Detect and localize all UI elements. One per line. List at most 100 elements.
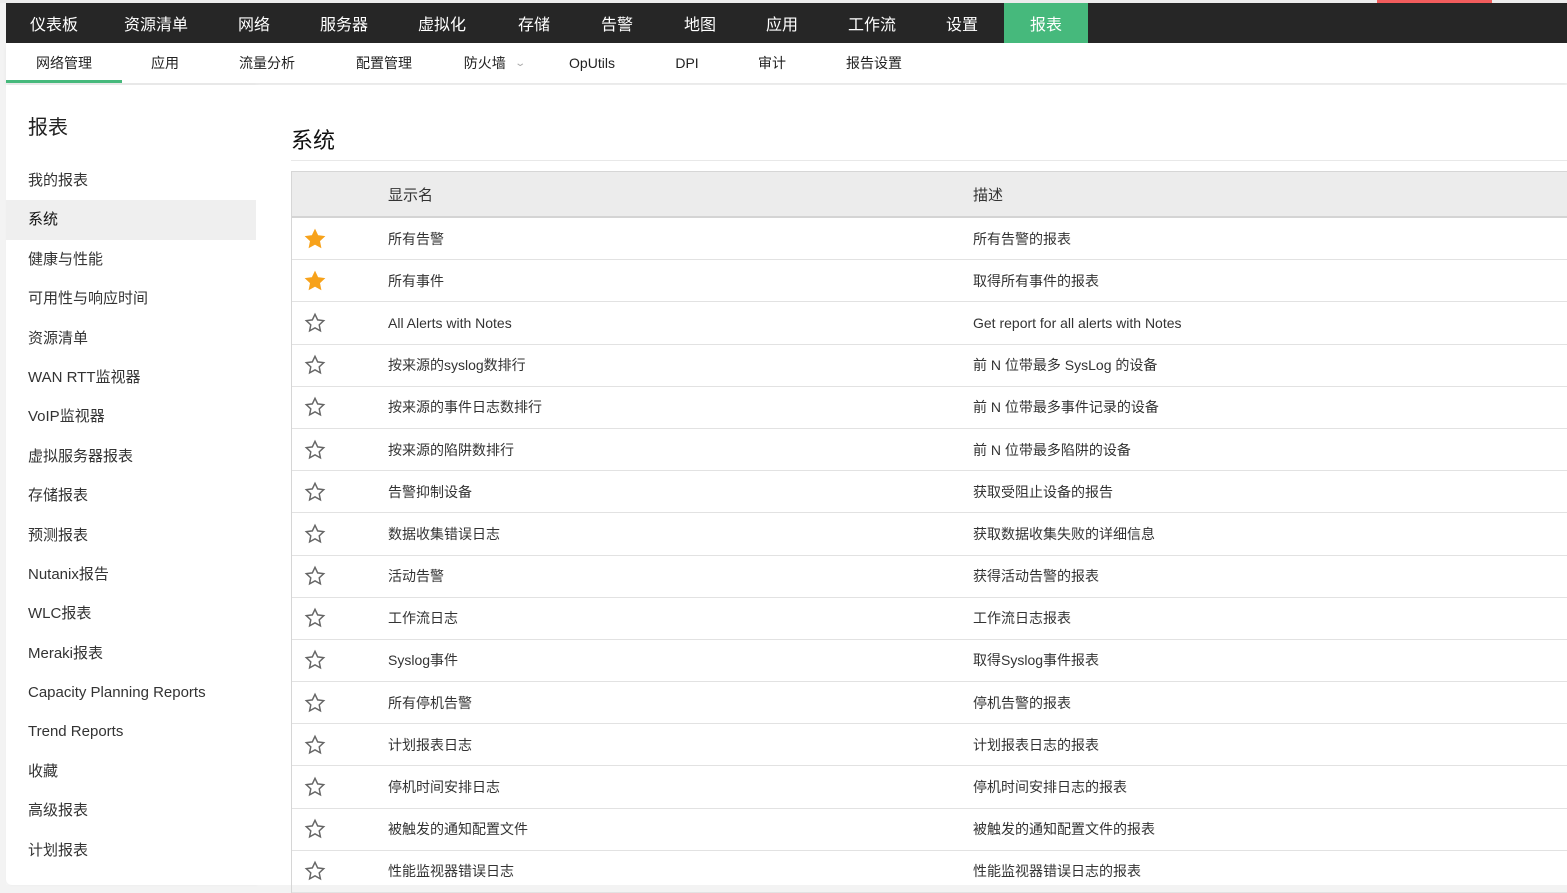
- sidebar-item[interactable]: 健康与性能: [6, 240, 256, 279]
- subnav-network-management[interactable]: 网络管理: [6, 43, 122, 83]
- report-name-link[interactable]: 性能监视器错误日志: [388, 861, 973, 881]
- table-row[interactable]: 活动告警获得活动告警的报表: [292, 556, 1567, 598]
- subnav-label: 审计: [758, 53, 786, 73]
- subnav-oputils[interactable]: OpUtils: [546, 43, 638, 83]
- star-outline-icon[interactable]: [304, 818, 326, 840]
- table-row[interactable]: 停机时间安排日志停机时间安排日志的报表: [292, 766, 1567, 808]
- app-frame: 仪表板 资源清单 网络 服务器 虚拟化 存储 告警 地图 应用 工作流 设置 报…: [6, 3, 1567, 885]
- topnav-servers[interactable]: 服务器: [298, 3, 390, 43]
- table-row[interactable]: 计划报表日志计划报表日志的报表: [292, 724, 1567, 766]
- sidebar-item[interactable]: 资源清单: [6, 319, 256, 358]
- report-name-link[interactable]: 计划报表日志: [388, 735, 973, 755]
- report-name-link[interactable]: All Alerts with Notes: [388, 315, 973, 331]
- top-navigation: 仪表板 资源清单 网络 服务器 虚拟化 存储 告警 地图 应用 工作流 设置 报…: [6, 3, 1567, 43]
- star-outline-icon[interactable]: [304, 692, 326, 714]
- table-row[interactable]: All Alerts with NotesGet report for all …: [292, 302, 1567, 344]
- report-name-link[interactable]: Syslog事件: [388, 650, 973, 670]
- favorite-cell: [292, 270, 388, 292]
- subnav-dpi[interactable]: DPI: [638, 43, 736, 83]
- star-outline-icon[interactable]: [304, 396, 326, 418]
- sidebar-item[interactable]: WAN RTT监视器: [6, 358, 256, 397]
- star-outline-icon[interactable]: [304, 312, 326, 334]
- sidebar-item[interactable]: VoIP监视器: [6, 397, 256, 436]
- subnav-applications[interactable]: 应用: [122, 43, 208, 83]
- star-outline-icon[interactable]: [304, 481, 326, 503]
- topnav-maps[interactable]: 地图: [660, 3, 740, 43]
- sidebar-item[interactable]: 存储报表: [6, 476, 256, 515]
- favorite-cell: [292, 523, 388, 545]
- star-outline-icon[interactable]: [304, 439, 326, 461]
- subnav-traffic-analysis[interactable]: 流量分析: [208, 43, 326, 83]
- table-row[interactable]: 所有告警所有告警的报表: [292, 218, 1567, 260]
- sidebar-item[interactable]: 高级报表: [6, 791, 256, 830]
- report-name-link[interactable]: 被触发的通知配置文件: [388, 819, 973, 839]
- subnav-firewall-dropdown[interactable]: 防火墙⌄: [442, 43, 546, 83]
- table-row[interactable]: 告警抑制设备获取受阻止设备的报告: [292, 471, 1567, 513]
- sidebar-item[interactable]: Meraki报表: [6, 634, 256, 673]
- star-filled-icon[interactable]: [304, 270, 326, 292]
- topnav-reports[interactable]: 报表: [1004, 3, 1088, 43]
- table-row[interactable]: 按来源的事件日志数排行前 N 位带最多事件记录的设备: [292, 387, 1567, 429]
- topnav-dashboard[interactable]: 仪表板: [6, 3, 102, 43]
- sidebar-item[interactable]: 我的报表: [6, 161, 256, 200]
- star-outline-icon[interactable]: [304, 734, 326, 756]
- star-outline-icon[interactable]: [304, 860, 326, 882]
- table-row[interactable]: 性能监视器错误日志性能监视器错误日志的报表: [292, 851, 1567, 893]
- report-description: 前 N 位带最多 SysLog 的设备: [973, 355, 1567, 375]
- report-name-link[interactable]: 所有告警: [388, 229, 973, 249]
- sidebar-item[interactable]: 可用性与响应时间: [6, 279, 256, 318]
- topnav-inventory[interactable]: 资源清单: [102, 3, 210, 43]
- report-name-link[interactable]: 按来源的syslog数排行: [388, 355, 973, 375]
- topnav-storage[interactable]: 存储: [494, 3, 574, 43]
- report-name-link[interactable]: 按来源的陷阱数排行: [388, 440, 973, 460]
- sidebar-item[interactable]: Trend Reports: [6, 712, 256, 751]
- report-name-link[interactable]: 工作流日志: [388, 608, 973, 628]
- sidebar-item[interactable]: WLC报表: [6, 594, 256, 633]
- subnav-report-settings[interactable]: 报告设置: [808, 43, 940, 83]
- topnav-label: 地图: [684, 11, 716, 35]
- topnav-virtualization[interactable]: 虚拟化: [390, 3, 494, 43]
- subnav-config-management[interactable]: 配置管理: [326, 43, 442, 83]
- topnav-network[interactable]: 网络: [210, 3, 298, 43]
- star-outline-icon[interactable]: [304, 607, 326, 629]
- star-outline-icon[interactable]: [304, 565, 326, 587]
- table-row[interactable]: 按来源的syslog数排行前 N 位带最多 SysLog 的设备: [292, 345, 1567, 387]
- star-outline-icon[interactable]: [304, 776, 326, 798]
- sidebar-item[interactable]: 系统: [6, 200, 256, 239]
- table-row[interactable]: 按来源的陷阱数排行前 N 位带最多陷阱的设备: [292, 429, 1567, 471]
- table-row[interactable]: 工作流日志工作流日志报表: [292, 598, 1567, 640]
- table-row[interactable]: 被触发的通知配置文件被触发的通知配置文件的报表: [292, 809, 1567, 851]
- favorite-cell: [292, 692, 388, 714]
- header-description[interactable]: 描述: [973, 184, 1567, 205]
- table-row[interactable]: 数据收集错误日志获取数据收集失败的详细信息: [292, 513, 1567, 555]
- report-description: 性能监视器错误日志的报表: [973, 861, 1567, 881]
- report-name-link[interactable]: 所有停机告警: [388, 693, 973, 713]
- report-name-link[interactable]: 告警抑制设备: [388, 482, 973, 502]
- sidebar-item[interactable]: 虚拟服务器报表: [6, 437, 256, 476]
- sidebar-item[interactable]: 预测报表: [6, 516, 256, 555]
- sidebar-item[interactable]: 计划报表: [6, 831, 256, 870]
- topnav-settings[interactable]: 设置: [920, 3, 1004, 43]
- table-row[interactable]: 所有停机告警停机告警的报表: [292, 682, 1567, 724]
- header-display-name[interactable]: 显示名: [388, 184, 973, 205]
- report-name-link[interactable]: 活动告警: [388, 566, 973, 586]
- report-name-link[interactable]: 数据收集错误日志: [388, 524, 973, 544]
- sidebar-item[interactable]: Nutanix报告: [6, 555, 256, 594]
- star-outline-icon[interactable]: [304, 523, 326, 545]
- report-name-link[interactable]: 停机时间安排日志: [388, 777, 973, 797]
- topnav-workflow[interactable]: 工作流: [824, 3, 920, 43]
- subnav-audit[interactable]: 审计: [736, 43, 808, 83]
- report-name-link[interactable]: 按来源的事件日志数排行: [388, 397, 973, 417]
- star-filled-icon[interactable]: [304, 228, 326, 250]
- star-outline-icon[interactable]: [304, 649, 326, 671]
- table-row[interactable]: Syslog事件取得Syslog事件报表: [292, 640, 1567, 682]
- star-outline-icon[interactable]: [304, 354, 326, 376]
- sidebar-item[interactable]: 收藏: [6, 752, 256, 791]
- report-description: 停机告警的报表: [973, 693, 1567, 713]
- subnav-label: 报告设置: [846, 53, 902, 73]
- sidebar-item[interactable]: Capacity Planning Reports: [6, 673, 256, 712]
- topnav-apps[interactable]: 应用: [740, 3, 824, 43]
- topnav-alarms[interactable]: 告警: [574, 3, 660, 43]
- table-row[interactable]: 所有事件取得所有事件的报表: [292, 260, 1567, 302]
- report-name-link[interactable]: 所有事件: [388, 271, 973, 291]
